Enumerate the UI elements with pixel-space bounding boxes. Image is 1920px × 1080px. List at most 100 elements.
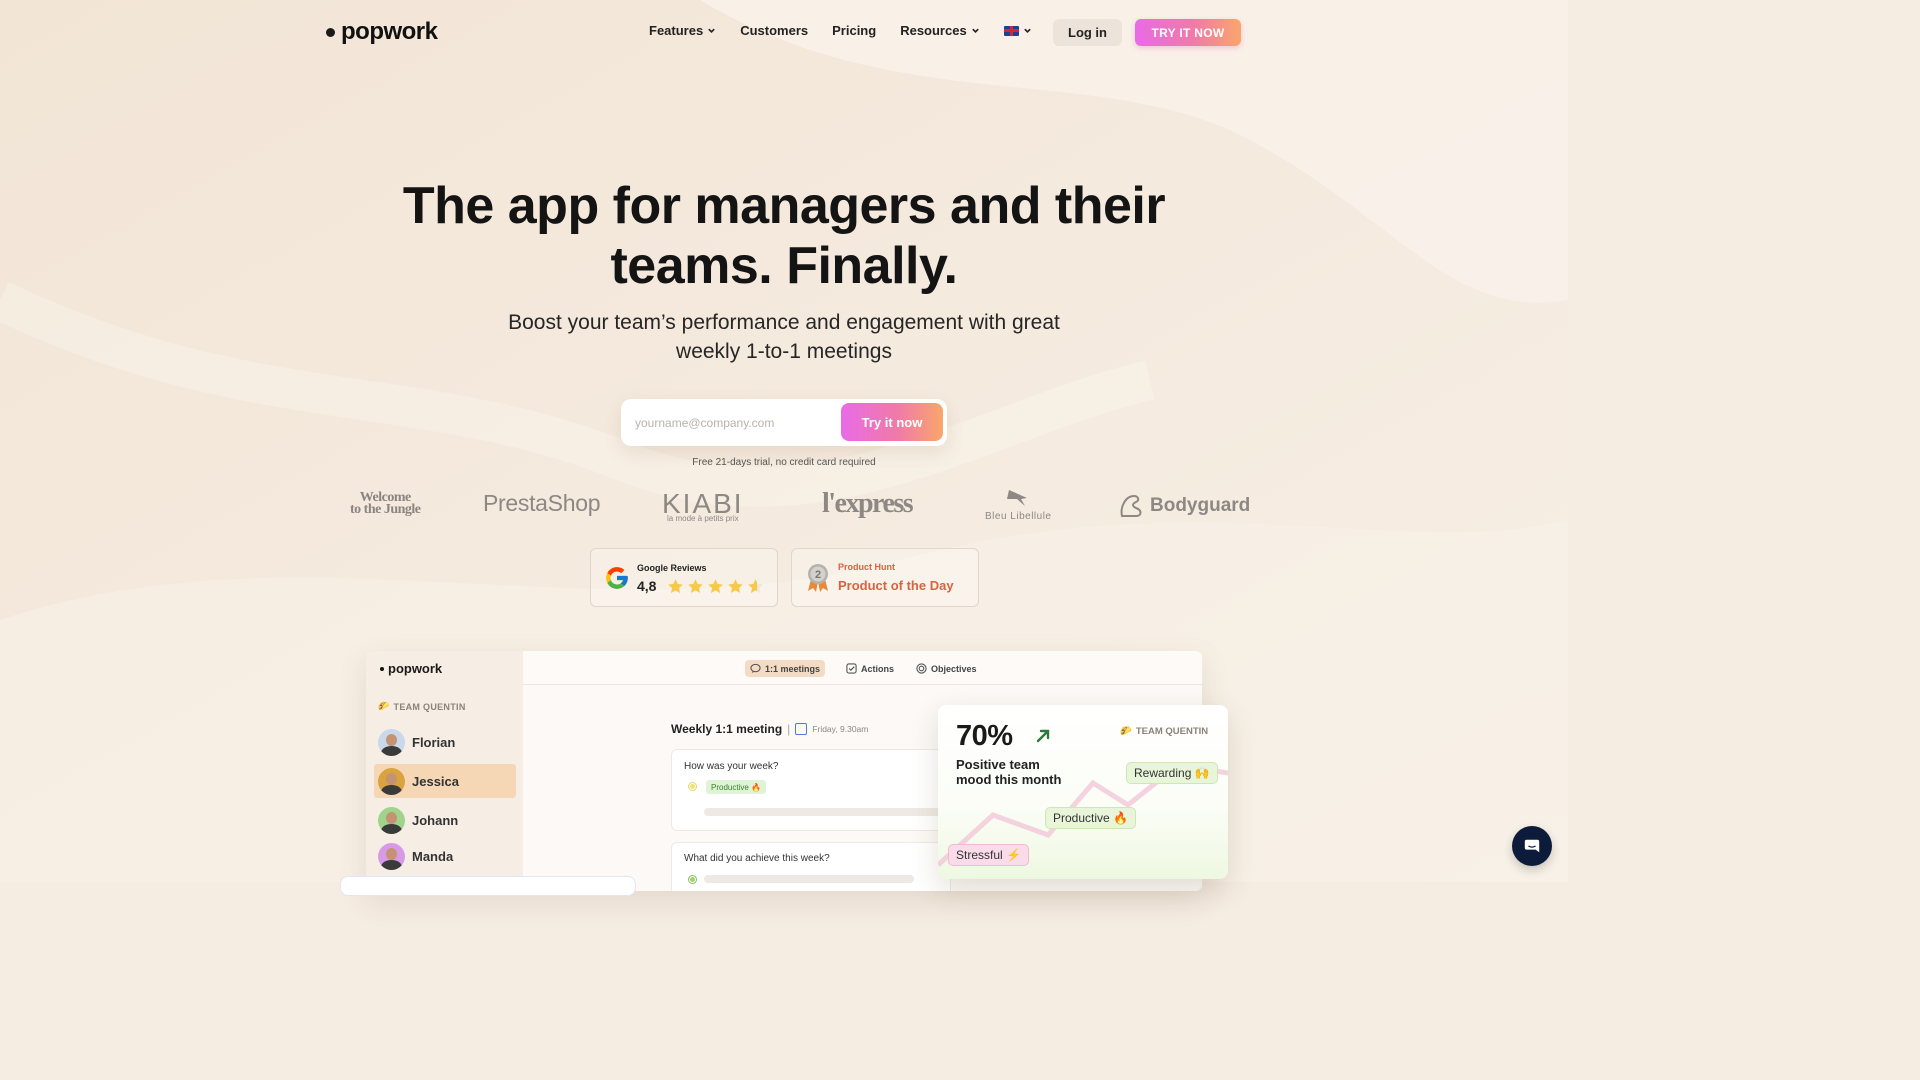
partial-card (340, 876, 636, 896)
avatar (378, 806, 405, 834)
nav-customers[interactable]: Customers (740, 23, 808, 38)
nav-resources-label: Resources (900, 23, 967, 38)
star-rating (667, 578, 764, 595)
bodyguard-logo: Bodyguard (1118, 492, 1250, 520)
checkbox-icon (846, 663, 857, 674)
language-selector[interactable] (1003, 25, 1032, 36)
nav-pricing[interactable]: Pricing (832, 23, 876, 38)
logo-wordmark: popwork (341, 18, 438, 45)
nav-features-label: Features (649, 23, 704, 38)
question-text: What did you achieve this week? (684, 853, 830, 864)
mood-tag-productive: Productive 🔥 (1045, 807, 1136, 829)
logo-dot (326, 27, 335, 37)
signup-form: Try it now (621, 399, 947, 446)
tab-label: Objectives (931, 663, 977, 674)
main-menu: Features Customers Pricing Resources (649, 23, 1032, 38)
question-card[interactable]: How was your week? Productive 🔥 (671, 749, 951, 831)
member-jessica[interactable]: Jessica (374, 764, 516, 798)
google-reviews-label: Google Reviews (637, 563, 707, 573)
question-text: How was your week? (684, 761, 779, 772)
hero-subtitle-line1: Boost your team’s performance and engage… (508, 311, 1060, 334)
email-input[interactable] (635, 409, 835, 436)
question-card[interactable]: What did you achieve this week? (671, 842, 951, 891)
meeting-date: Friday, 9.30am (812, 724, 869, 734)
avatar (378, 728, 405, 756)
chat-bubble-icon (750, 663, 761, 674)
chevron-down-icon (971, 28, 979, 33)
product-hunt-badge[interactable]: 2 Product Hunt Product of the Day (791, 548, 979, 607)
nav-features[interactable]: Features (649, 23, 716, 38)
google-g-icon (606, 567, 628, 589)
member-florian[interactable]: Florian (374, 725, 516, 759)
product-of-the-day-text: Product of the Day (838, 578, 954, 593)
answer-bullet (689, 876, 696, 883)
nav-customers-label: Customers (740, 23, 809, 38)
trend-up-arrow-icon (1036, 729, 1050, 743)
bleu-libellule-logo: Bleu Libellule (985, 488, 1052, 522)
star-icon (728, 579, 743, 594)
prestashop-logo: PrestaShop (483, 490, 601, 516)
mood-tag-rewarding: Rewarding 🙌 (1126, 762, 1218, 784)
app-tabbar: 1:1 meetings Actions Objectives (523, 651, 1202, 685)
mood-team-text: TEAM QUENTIN (1135, 726, 1209, 737)
team-label: 🌮 TEAM QUENTIN (378, 701, 466, 712)
hero-title: The app for managers and their teams. Fi… (0, 176, 1568, 296)
dragonfly-icon (1007, 490, 1028, 506)
member-name: Johann (412, 812, 459, 828)
product-hunt-label: Product Hunt (838, 562, 895, 572)
bleu-libellule-text: Bleu Libellule (985, 511, 1052, 522)
tab-label: Actions (861, 663, 895, 674)
try-it-now-button[interactable]: Try it now (841, 403, 943, 441)
google-reviews-badge[interactable]: Google Reviews 4,8 (590, 548, 778, 607)
wttj-line2: to the Jungle (350, 502, 421, 517)
bodyguard-text: Bodyguard (1150, 495, 1251, 516)
hero-subtitle: Boost your team’s performance and engage… (0, 308, 1568, 366)
member-johann[interactable]: Johann (374, 803, 516, 837)
tab-actions[interactable]: Actions (841, 660, 899, 677)
google-score: 4,8 (637, 578, 657, 594)
half-star-icon (748, 579, 763, 594)
trial-note: Free 21-days trial, no credit card requi… (692, 457, 876, 468)
kiabi-tagline: la mode à petits prix (667, 514, 739, 523)
nav-resources[interactable]: Resources (900, 23, 979, 38)
mood-description: Positive team mood this month (956, 757, 1086, 787)
avatar (378, 842, 405, 870)
member-manda[interactable]: Manda (374, 839, 516, 873)
member-name: Manda (412, 848, 454, 864)
star-icon (668, 579, 683, 594)
team-emoji-icon: 🌮 (378, 701, 390, 711)
star-icon (708, 579, 723, 594)
meeting-title: Weekly 1:1 meeting (671, 722, 783, 736)
calendar-icon (795, 723, 808, 735)
brand-logo[interactable]: popwork (326, 18, 438, 46)
customer-logos: Welcome to the Jungle PrestaShop KIABI l… (340, 486, 1250, 526)
tab-objectives[interactable]: Objectives (911, 660, 982, 677)
meeting-header: Weekly 1:1 meeting | Friday, 9.30am (671, 722, 868, 736)
mood-percent: 70% (956, 720, 1013, 752)
medal-icon: 2 (808, 564, 828, 592)
try-it-now-nav-button[interactable]: TRY IT NOW (1135, 19, 1241, 46)
app-logo: popwork (380, 661, 442, 676)
tab-1-1-meetings[interactable]: 1:1 meetings (745, 660, 826, 677)
hero-subtitle-line2: weekly 1-to-1 meetings (676, 340, 892, 363)
login-button[interactable]: Log in (1053, 19, 1122, 46)
top-nav: popwork Features Customers Pricing Resou… (0, 0, 1568, 64)
welcome-to-the-jungle-logo: Welcome to the Jungle (350, 491, 421, 517)
member-name: Florian (412, 734, 456, 750)
uk-flag-icon (1003, 25, 1019, 36)
avatar (378, 767, 405, 795)
bodyguard-arm-icon (1120, 494, 1142, 517)
answer-bullet (689, 783, 696, 790)
chevron-down-icon (1023, 28, 1031, 33)
team-mood-card: 70% Positive team mood this month 🌮 TEAM… (938, 705, 1228, 879)
answer-pill: Productive 🔥 (706, 780, 766, 794)
placeholder-bar (704, 808, 944, 816)
mood-team-label: 🌮 TEAM QUENTIN (1120, 726, 1208, 737)
chevron-down-icon (708, 28, 715, 33)
kiabi-logo: KIABI la mode à petits prix (662, 488, 744, 523)
placeholder-bar (704, 875, 914, 883)
chat-launcher-button[interactable] (1512, 826, 1552, 866)
separator: | (787, 722, 791, 736)
mood-tag-stressful: Stressful ⚡ (948, 844, 1029, 866)
target-icon (916, 663, 927, 674)
